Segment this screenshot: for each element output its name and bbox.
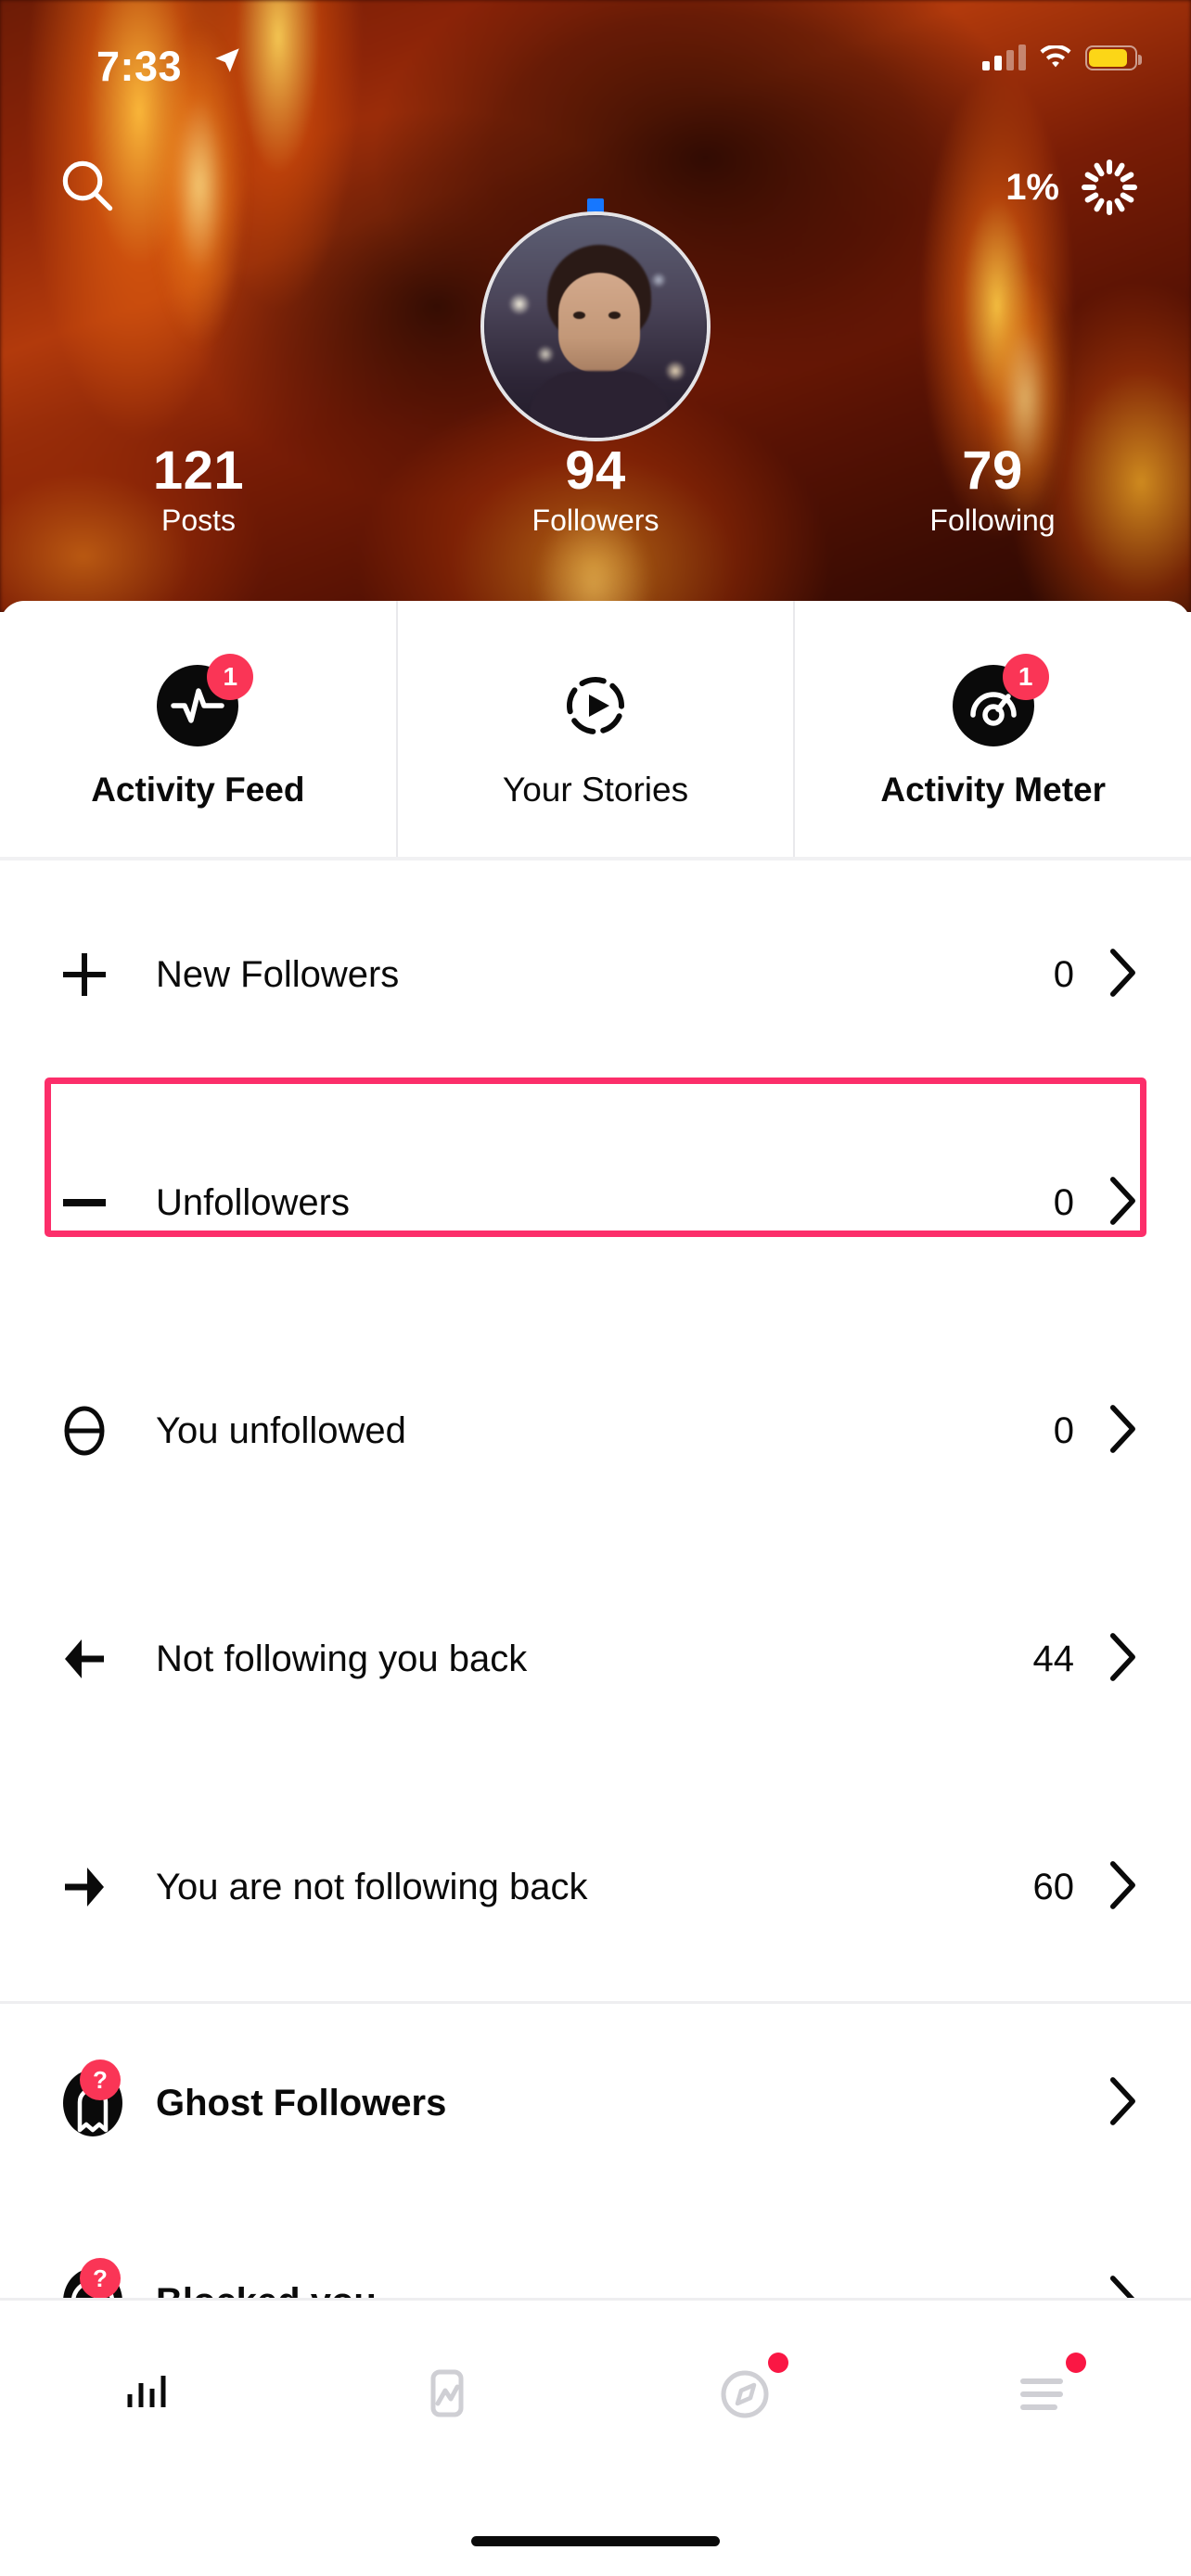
chevron-right-icon bbox=[1102, 947, 1139, 1003]
list-item-not-following-you-back-count: 44 bbox=[1032, 1638, 1075, 1679]
list-item-not-following-you-back[interactable]: Not following you back 44 bbox=[0, 1545, 1191, 1773]
minus-icon bbox=[56, 1174, 135, 1231]
list-item-you-are-not-following-back[interactable]: You are not following back 60 bbox=[0, 1773, 1191, 2001]
stat-following-label: Following bbox=[929, 503, 1056, 537]
bottom-tab-reports[interactable] bbox=[298, 2349, 596, 2438]
insights-list: New Followers 0 Unfollowers 0 You unfoll… bbox=[0, 861, 1191, 2401]
tab-your-stories[interactable]: Your Stories bbox=[395, 601, 794, 857]
avatar-photo-body bbox=[529, 371, 670, 438]
pulse-icon: 1 bbox=[153, 654, 254, 750]
chevron-right-icon bbox=[1102, 2075, 1139, 2132]
battery-low-power-icon bbox=[1085, 45, 1142, 70]
profile-stats: 121 Posts 94 Followers 79 Following bbox=[0, 440, 1191, 538]
avatar[interactable] bbox=[480, 198, 711, 441]
list-item-unfollowers-label: Unfollowers bbox=[156, 1181, 350, 1223]
list-item-you-unfollowed[interactable]: You unfollowed 0 bbox=[0, 1317, 1191, 1545]
location-arrow-icon bbox=[211, 45, 243, 81]
list-item-unfollowers-count: 0 bbox=[1053, 1181, 1074, 1223]
list-item-you-are-not-following-back-count: 60 bbox=[1032, 1866, 1075, 1907]
stat-followers-value: 94 bbox=[565, 440, 626, 501]
chevron-right-icon bbox=[1102, 1175, 1139, 1231]
tab-activity-meter[interactable]: 1 Activity Meter bbox=[793, 601, 1191, 857]
stat-posts[interactable]: 121 Posts bbox=[0, 440, 397, 538]
phone-chart-icon bbox=[396, 2349, 498, 2438]
list-item-new-followers[interactable]: New Followers 0 bbox=[0, 861, 1191, 1089]
list-item-you-are-not-following-back-label: You are not following back bbox=[156, 1866, 588, 1907]
profile-avatar[interactable] bbox=[480, 211, 711, 441]
tab-activity-feed-label: Activity Feed bbox=[91, 771, 305, 809]
avatar-photo-eye-left bbox=[573, 312, 585, 319]
bottom-tab-analytics[interactable] bbox=[0, 2349, 298, 2438]
menu-lines-icon bbox=[992, 2349, 1094, 2438]
list-item-unfollowers[interactable]: Unfollowers 0 bbox=[0, 1089, 1191, 1317]
bottom-tab-menu[interactable] bbox=[893, 2349, 1191, 2438]
play-circle-dashed-icon bbox=[551, 661, 640, 750]
status-bar-indicators bbox=[982, 45, 1142, 70]
content-card: 1 Activity Feed Your Stories 1 Activity … bbox=[0, 601, 1191, 2576]
list-item-new-followers-label: New Followers bbox=[156, 953, 400, 995]
stat-following[interactable]: 79 Following bbox=[794, 440, 1191, 538]
chevron-right-icon bbox=[1102, 1403, 1139, 1460]
avatar-photo-eye-right bbox=[608, 312, 621, 319]
list-item-not-following-you-back-label: Not following you back bbox=[156, 1638, 528, 1679]
segmented-tabs: 1 Activity Feed Your Stories 1 Activity … bbox=[0, 601, 1191, 857]
list-item-you-unfollowed-label: You unfollowed bbox=[156, 1409, 406, 1451]
menu-notification-dot bbox=[1065, 2353, 1086, 2373]
list-item-new-followers-count: 0 bbox=[1053, 953, 1074, 995]
blocked-you-badge: ? bbox=[80, 2258, 121, 2299]
search-icon[interactable] bbox=[58, 156, 117, 220]
arrow-right-icon bbox=[56, 1858, 135, 1916]
arrow-left-icon bbox=[56, 1630, 135, 1688]
tab-activity-feed-badge: 1 bbox=[207, 654, 254, 700]
chevron-right-icon bbox=[1102, 1859, 1139, 1916]
cellular-signal-icon bbox=[982, 45, 1026, 70]
stat-posts-value: 121 bbox=[152, 440, 245, 501]
gauge-icon: 1 bbox=[949, 654, 1049, 750]
ghost-icon: ? bbox=[56, 2060, 135, 2143]
bar-chart-icon bbox=[98, 2349, 200, 2438]
stat-followers-label: Followers bbox=[531, 503, 660, 537]
ghost-followers-badge: ? bbox=[80, 2060, 121, 2100]
stat-following-value: 79 bbox=[962, 440, 1023, 501]
avatar-photo-face bbox=[558, 273, 640, 373]
home-indicator bbox=[471, 2536, 720, 2546]
tab-activity-meter-badge: 1 bbox=[1002, 654, 1049, 700]
tab-activity-meter-label: Activity Meter bbox=[880, 771, 1106, 809]
bottom-tab-explore[interactable] bbox=[596, 2349, 893, 2438]
compass-icon bbox=[694, 2349, 796, 2438]
status-bar: 7:33 bbox=[0, 0, 1191, 102]
tab-activity-feed[interactable]: 1 Activity Feed bbox=[0, 601, 396, 857]
status-bar-time: 7:33 bbox=[96, 43, 183, 90]
explore-notification-dot bbox=[767, 2353, 788, 2373]
list-item-ghost-followers-label: Ghost Followers bbox=[156, 2082, 447, 2123]
stat-posts-label: Posts bbox=[160, 503, 237, 537]
sync-status: 1% bbox=[1005, 158, 1139, 217]
stat-followers[interactable]: 94 Followers bbox=[397, 440, 794, 538]
list-item-ghost-followers[interactable]: ? Ghost Followers bbox=[0, 2004, 1191, 2202]
plus-icon bbox=[56, 946, 135, 1003]
wifi-icon bbox=[1040, 45, 1071, 67]
loading-spinner-icon bbox=[1080, 158, 1139, 217]
sync-percent-label: 1% bbox=[1005, 166, 1059, 208]
tab-your-stories-label: Your Stories bbox=[502, 771, 689, 809]
chevron-right-icon bbox=[1102, 1631, 1139, 1688]
circle-minus-icon bbox=[56, 1402, 135, 1460]
list-item-you-unfollowed-count: 0 bbox=[1053, 1409, 1074, 1451]
bottom-tab-bar bbox=[0, 2298, 1191, 2576]
